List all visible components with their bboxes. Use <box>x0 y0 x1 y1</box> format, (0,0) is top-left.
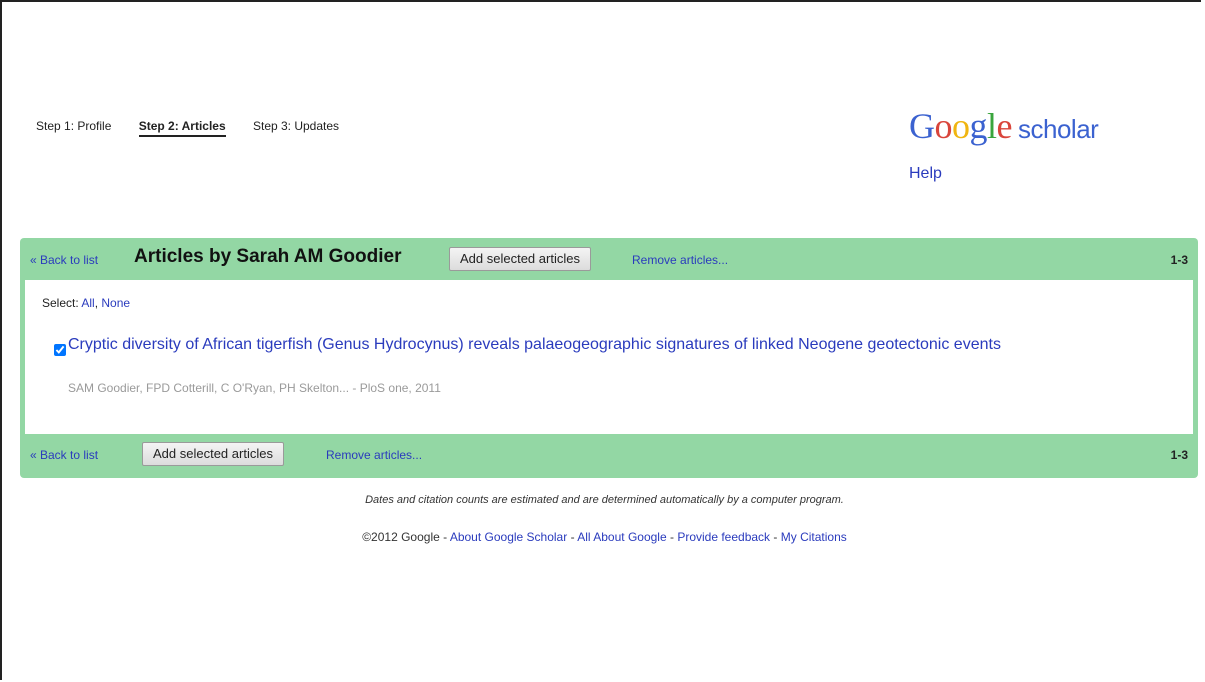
articles-list: Select: All, None Cryptic diversity of A… <box>25 280 1193 434</box>
disclaimer-note: Dates and citation counts are estimated … <box>365 494 844 506</box>
step-updates[interactable]: Step 3: Updates <box>253 119 339 133</box>
footer-sep: - <box>567 530 578 544</box>
logo-scholar-text: scholar <box>1018 114 1099 144</box>
page-title: Articles by Sarah AM Goodier <box>134 246 402 267</box>
copyright: ©2012 Google <box>362 530 440 544</box>
my-citations-link[interactable]: My Citations <box>781 530 847 544</box>
add-selected-articles-button-bottom[interactable]: Add selected articles <box>142 442 284 466</box>
article-title-link[interactable]: Cryptic diversity of African tigerfish (… <box>68 336 1168 354</box>
result-range-bottom: 1-3 <box>1170 448 1188 462</box>
back-to-list-link-bottom[interactable]: « Back to list <box>30 448 98 462</box>
add-selected-articles-button[interactable]: Add selected articles <box>449 247 591 271</box>
select-all-link[interactable]: All <box>81 296 94 310</box>
article-checkbox[interactable] <box>54 344 66 356</box>
articles-panel: « Back to list Articles by Sarah AM Good… <box>20 238 1198 478</box>
select-label: Select: <box>42 296 79 310</box>
help-link[interactable]: Help <box>909 165 942 183</box>
page-frame: Step 1: Profile Step 2: Articles Step 3:… <box>0 0 1201 680</box>
step-articles[interactable]: Step 2: Articles <box>138 119 226 137</box>
select-controls: Select: All, None <box>42 296 130 310</box>
footer-sep: - <box>666 530 678 544</box>
page-footer: ©2012 Google - About Google Scholar - Al… <box>2 530 1205 544</box>
result-range: 1-3 <box>1170 253 1188 267</box>
remove-articles-link[interactable]: Remove articles... <box>632 253 728 267</box>
provide-feedback-link[interactable]: Provide feedback <box>677 530 770 544</box>
footer-bar: « Back to list Add selected articles Rem… <box>20 438 1198 476</box>
back-to-list-link[interactable]: « Back to list <box>30 253 98 267</box>
select-separator: , <box>94 296 99 310</box>
select-none-link[interactable]: None <box>101 296 130 310</box>
google-scholar-logo: Google scholar <box>909 106 1099 146</box>
steps-nav: Step 1: Profile Step 2: Articles Step 3:… <box>36 119 363 137</box>
remove-articles-link-bottom[interactable]: Remove articles... <box>326 448 422 462</box>
article-authors: SAM Goodier, FPD Cotterill, C O'Ryan, PH… <box>68 381 441 395</box>
all-about-google-link[interactable]: All About Google <box>577 530 666 544</box>
step-profile[interactable]: Step 1: Profile <box>36 119 111 133</box>
footer-sep: - <box>770 530 781 544</box>
about-scholar-link[interactable]: About Google Scholar <box>450 530 567 544</box>
header-bar: « Back to list Articles by Sarah AM Good… <box>20 240 1198 278</box>
footer-sep: - <box>439 530 450 544</box>
